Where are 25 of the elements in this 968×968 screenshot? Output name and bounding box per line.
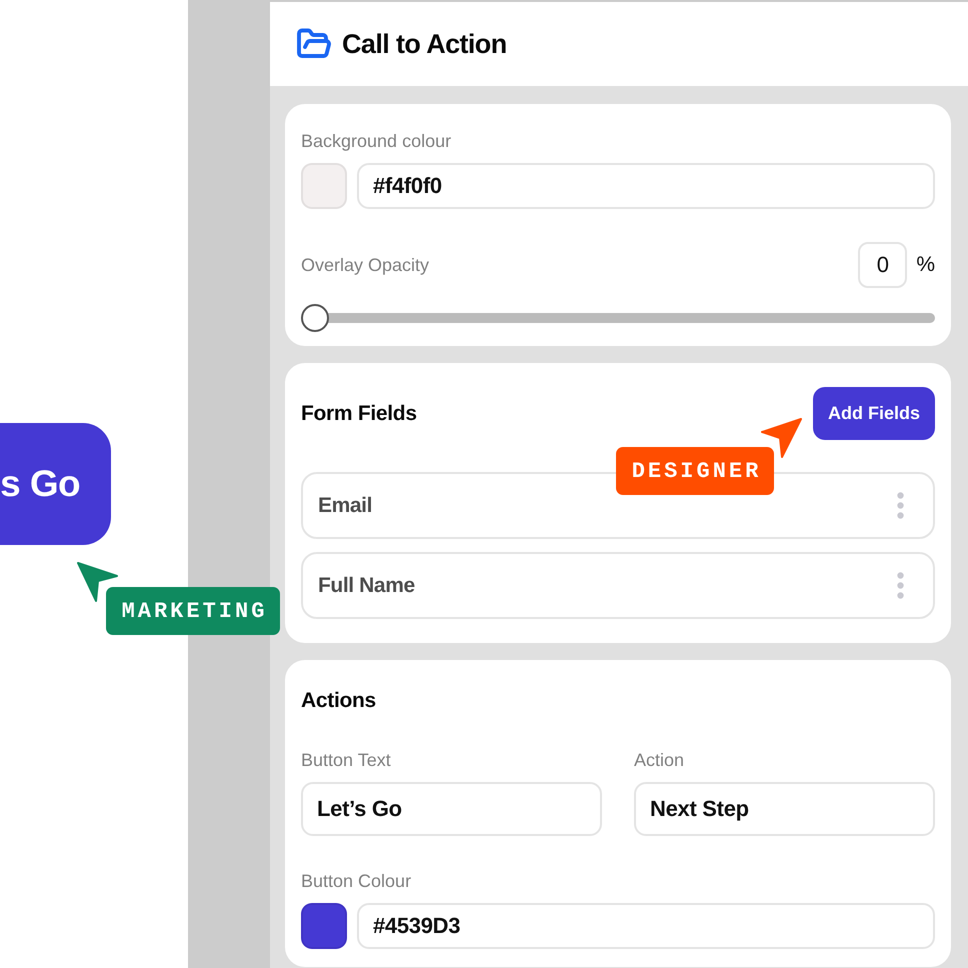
field-label: Background colour (301, 131, 452, 151)
field-label: Button Colour (301, 871, 412, 891)
hex-input-field[interactable]: #4539D3 (357, 903, 935, 949)
color-swatch-icon[interactable] (301, 903, 347, 949)
field-label: Button Text (301, 750, 391, 770)
section-title: Form Fields (301, 402, 417, 426)
section-title: Actions (301, 689, 376, 713)
text-input-field[interactable]: Let’s Go (301, 782, 602, 836)
slider-thumb[interactable] (301, 304, 329, 332)
cursor-name-tag: DESIGNER (616, 447, 774, 495)
preview-cta-button[interactable]: s Go (0, 423, 111, 545)
cursor-name-tag: MARKETING (106, 587, 280, 635)
more-options-icon[interactable] (897, 572, 904, 599)
color-swatch-icon[interactable] (301, 163, 347, 209)
add-fields-button[interactable]: Add Fields (812, 387, 935, 440)
panel-title: Call to Action (342, 28, 507, 60)
hex-input-field[interactable]: #f4f0f0 (357, 163, 935, 209)
more-options-icon[interactable] (897, 492, 904, 519)
text-input-field[interactable]: Next Step (634, 782, 935, 836)
field-label: Action (634, 750, 684, 770)
form-field-item[interactable]: Full Name (301, 552, 935, 619)
field-label: Overlay Opacity (301, 255, 430, 275)
unit-label: % (916, 253, 935, 277)
number-input-field[interactable]: 0 (858, 242, 908, 288)
slider-track[interactable] (301, 304, 935, 332)
